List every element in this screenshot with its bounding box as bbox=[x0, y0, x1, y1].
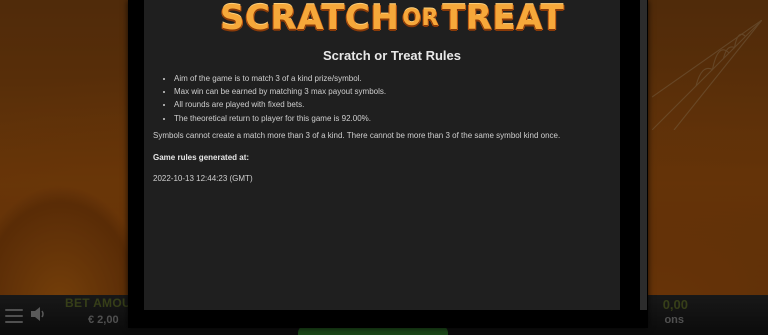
logo-word-scratch: SCRATCH bbox=[220, 0, 400, 38]
logo-word-or: OR bbox=[402, 6, 440, 31]
rules-list: Aim of the game is to match 3 of a kind … bbox=[160, 72, 386, 125]
rules-list-item: Max win can be earned by matching 3 max … bbox=[174, 85, 386, 98]
logo-text: SCRATCH ORTREAT bbox=[220, 0, 564, 38]
rules-list-item: The theoretical return to player for thi… bbox=[174, 112, 386, 125]
rules-title: Scratch or Treat Rules bbox=[323, 48, 461, 63]
logo-word-treat: TREAT bbox=[442, 0, 565, 38]
rules-list-item: Aim of the game is to match 3 of a kind … bbox=[174, 72, 386, 85]
rules-scrollbar[interactable] bbox=[640, 0, 647, 310]
generated-label: Game rules generated at: bbox=[153, 153, 250, 162]
rules-note: Symbols cannot create a match more than … bbox=[153, 131, 561, 140]
game-logo: SCRATCH ORTREAT bbox=[220, 0, 564, 44]
generated-date: 2022-10-13 12:44:23 (GMT) bbox=[153, 174, 253, 183]
rules-list-item: All rounds are played with fixed bets. bbox=[174, 98, 386, 111]
